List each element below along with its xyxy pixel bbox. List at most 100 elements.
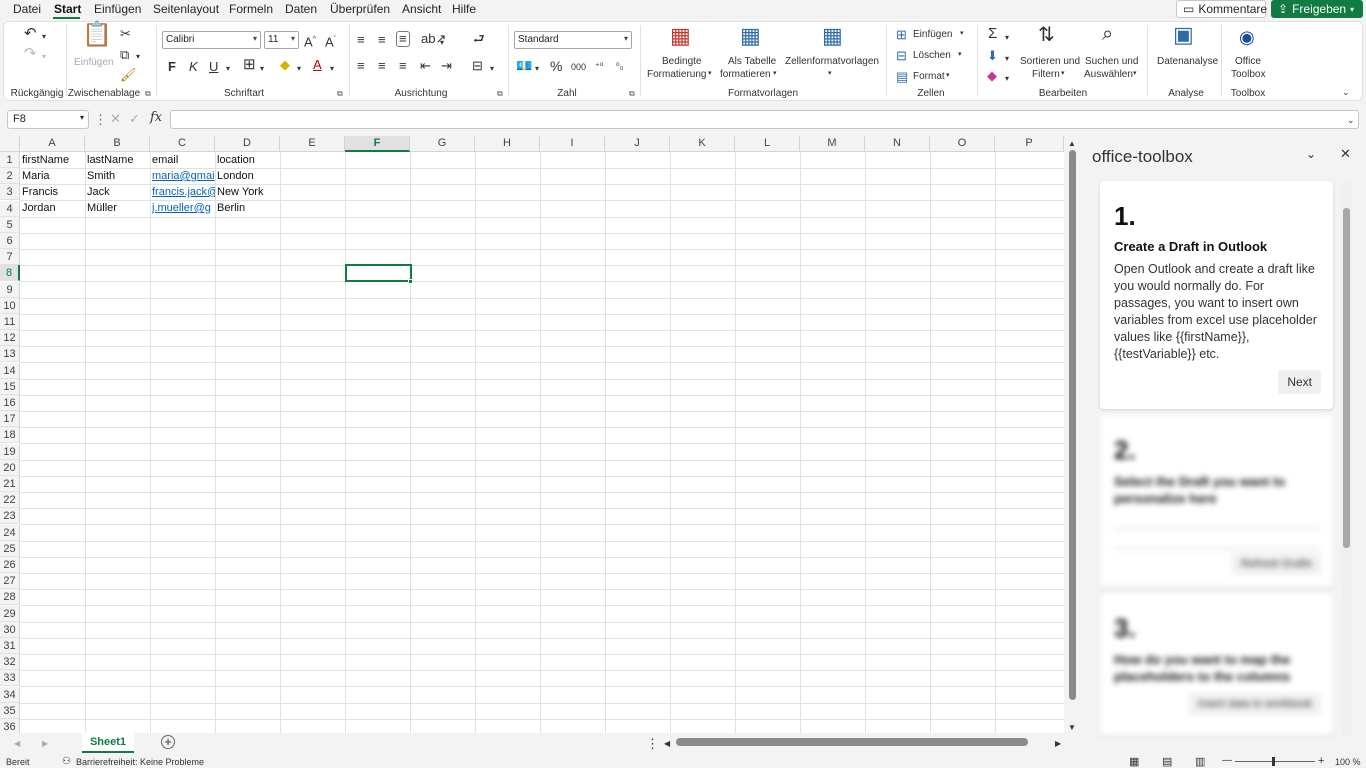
format-cells-icon[interactable]: ▤ <box>896 70 908 84</box>
format-cells-label[interactable]: Format <box>913 71 945 82</box>
chevron-down-icon[interactable]: ▾ <box>42 50 46 64</box>
thousands-separator-icon[interactable]: 000 <box>571 60 586 74</box>
chevron-down-icon[interactable]: ▾ <box>1005 52 1009 66</box>
more-options-icon[interactable]: ⋮ <box>646 737 659 751</box>
sheet-tab-sheet1[interactable]: Sheet1 <box>82 733 134 753</box>
row-header-28[interactable]: 28 <box>0 589 20 606</box>
column-header-n[interactable]: N <box>865 136 930 152</box>
cell-c2[interactable]: maria@gmai <box>150 168 215 184</box>
chevron-down-icon[interactable]: ▾ <box>958 50 962 58</box>
column-header-m[interactable]: M <box>800 136 865 152</box>
cell-styles-label[interactable]: Zellenformatvorlagen <box>785 56 879 67</box>
row-header-19[interactable]: 19 <box>0 443 20 460</box>
row-header-25[interactable]: 25 <box>0 540 20 557</box>
page-break-view-icon[interactable]: ▥ <box>1195 755 1205 768</box>
draft-select[interactable] <box>1114 513 1320 529</box>
increase-decimal-icon[interactable]: ⁺⁰ <box>595 59 603 73</box>
column-header-o[interactable]: O <box>930 136 995 152</box>
worksheet-grid[interactable]: A B C D E F G H I J K L M N O P firstNam… <box>0 136 1064 733</box>
align-center-icon[interactable]: ≡ <box>378 59 386 73</box>
chevron-down-icon[interactable]: ▾ <box>297 62 301 76</box>
row-header-22[interactable]: 22 <box>0 492 20 509</box>
menu-formeln[interactable]: Formeln <box>229 2 273 16</box>
row-header-11[interactable]: 11 <box>0 314 20 330</box>
decrease-indent-icon[interactable]: ⇤ <box>420 59 431 73</box>
cell-a4[interactable]: Jordan <box>20 200 85 216</box>
more-options-icon[interactable]: ⋮ <box>94 113 107 127</box>
align-left-icon[interactable]: ≡ <box>357 59 365 73</box>
row-header-7[interactable]: 7 <box>0 249 20 266</box>
row-header-9[interactable]: 9 <box>0 281 20 298</box>
row-header-8[interactable]: 8 <box>0 265 20 282</box>
copy-icon[interactable]: ⧉ <box>120 48 129 62</box>
cell-b3[interactable]: Jack <box>85 184 150 200</box>
row-header-23[interactable]: 23 <box>0 508 20 525</box>
accessibility-icon[interactable]: ⚇ <box>62 756 71 767</box>
office-toolbox-icon[interactable]: ◉ <box>1239 28 1255 46</box>
refresh-drafts-button[interactable]: Refresh Drafts <box>1232 553 1321 575</box>
active-cell-border[interactable] <box>345 264 412 282</box>
chevron-down-icon[interactable]: ▾ <box>828 69 832 77</box>
chevron-down-icon[interactable]: ▾ <box>260 62 264 76</box>
font-name-select[interactable]: Calibri ▾ <box>162 31 261 49</box>
shrink-font-icon[interactable]: Aˇ <box>325 33 336 49</box>
chevron-down-icon[interactable]: ▾ <box>708 69 712 77</box>
scroll-right-icon[interactable]: ▶ <box>1055 737 1061 751</box>
row-header-16[interactable]: 16 <box>0 395 20 411</box>
sort-filter-label-2[interactable]: Filtern <box>1032 69 1060 80</box>
number-format-select[interactable]: Standard ▾ <box>514 31 632 49</box>
paste-label[interactable]: Einfügen <box>74 57 113 68</box>
row-header-10[interactable]: 10 <box>0 297 20 314</box>
insert-cells-label[interactable]: Einfügen <box>913 29 952 40</box>
chevron-down-icon[interactable]: ▾ <box>1133 69 1137 77</box>
menu-start[interactable]: Start <box>54 2 81 16</box>
column-header-c[interactable]: C <box>150 136 215 152</box>
column-header-h[interactable]: H <box>475 136 540 152</box>
row-header-12[interactable]: 12 <box>0 330 20 347</box>
data-analysis-icon[interactable]: ▣ <box>1173 24 1194 46</box>
fill-color-icon[interactable]: ◆ <box>280 58 290 72</box>
row-header-1[interactable]: 1 <box>0 152 20 168</box>
delete-cells-icon[interactable]: ⊟ <box>896 49 907 63</box>
enter-check-icon[interactable]: ✓ <box>129 112 140 126</box>
chevron-down-icon[interactable]: ▾ <box>1061 69 1065 77</box>
pane-scroll-thumb[interactable] <box>1343 208 1350 548</box>
row-header-31[interactable]: 31 <box>0 638 20 654</box>
column-header-b[interactable]: B <box>85 136 150 152</box>
fill-handle[interactable] <box>408 279 413 284</box>
row-header-24[interactable]: 24 <box>0 524 20 541</box>
cell-c1[interactable]: email <box>150 152 215 168</box>
as-table-label-2[interactable]: formatieren <box>720 69 771 80</box>
currency-icon[interactable]: 💶 <box>516 59 532 73</box>
dialog-launcher-icon[interactable]: ⧉ <box>497 89 503 99</box>
comments-button[interactable]: ▭ Kommentare <box>1176 0 1267 18</box>
align-right-icon[interactable]: ≡ <box>399 59 407 73</box>
chevron-down-icon[interactable]: ▾ <box>330 62 334 76</box>
column-header-k[interactable]: K <box>670 136 735 152</box>
column-header-p[interactable]: P <box>995 136 1064 152</box>
align-top-icon[interactable]: ≡ <box>357 33 365 47</box>
borders-icon[interactable]: ⊞ <box>243 57 256 72</box>
clear-icon[interactable]: ◆ <box>987 69 997 83</box>
chevron-down-icon[interactable]: ▾ <box>1005 31 1009 45</box>
prev-sheet-icon[interactable]: ◀ <box>14 737 20 751</box>
chevron-down-icon[interactable]: ▾ <box>1005 72 1009 86</box>
next-button[interactable]: Next <box>1278 370 1321 394</box>
select-all-corner[interactable] <box>0 136 20 152</box>
office-toolbox-label-1[interactable]: Office <box>1235 56 1261 67</box>
normal-view-icon[interactable]: ▦ <box>1129 755 1139 768</box>
percent-icon[interactable]: % <box>550 59 562 73</box>
data-analysis-label[interactable]: Datenanalyse <box>1157 56 1218 67</box>
align-middle-icon[interactable]: ≡ <box>378 33 386 47</box>
insert-cells-icon[interactable]: ⊞ <box>896 28 907 42</box>
insert-data-button[interactable]: Insert data to workbook <box>1188 693 1321 715</box>
row-header-33[interactable]: 33 <box>0 670 20 687</box>
share-button[interactable]: ⇪ Freigeben ▾ <box>1271 0 1363 18</box>
row-header-17[interactable]: 17 <box>0 411 20 428</box>
scissors-icon[interactable]: ✂ <box>120 27 131 41</box>
row-header-3[interactable]: 3 <box>0 184 20 201</box>
menu-datei[interactable]: Datei <box>13 2 41 16</box>
chevron-down-icon[interactable]: ▾ <box>42 30 46 44</box>
cell-b1[interactable]: lastName <box>85 152 150 168</box>
row-header-2[interactable]: 2 <box>0 168 20 185</box>
